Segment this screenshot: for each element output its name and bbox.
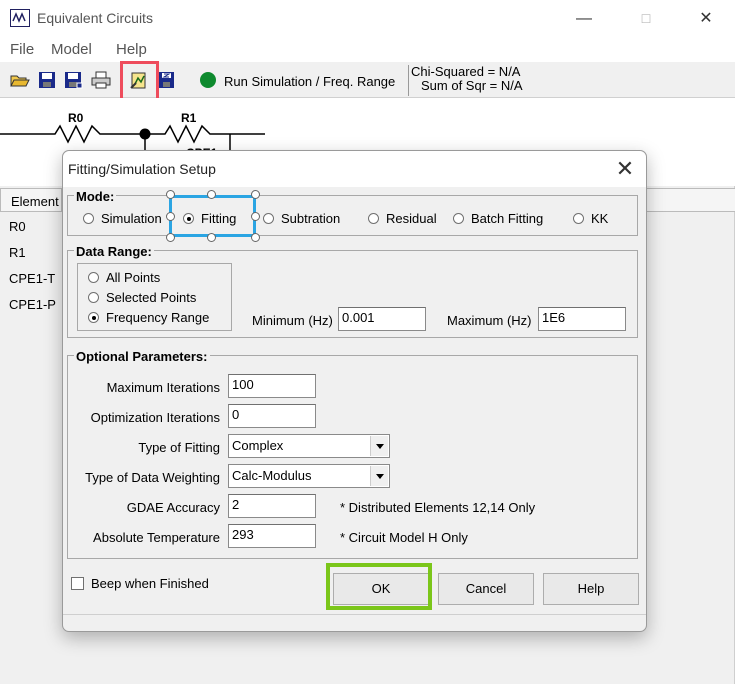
sort-icon[interactable] [157, 70, 177, 90]
fitting-highlight-box [169, 195, 256, 237]
minimize-button[interactable]: — [564, 6, 604, 32]
data-weighting-label: Type of Data Weighting [85, 470, 220, 485]
title-bar: Equivalent Circuits — ☐ ✕ [0, 0, 735, 38]
close-button[interactable]: ✕ [686, 6, 726, 32]
maximize-button[interactable]: ☐ [626, 6, 666, 32]
max-iterations-input[interactable]: 100 [228, 374, 316, 398]
opt-iterations-input[interactable]: 0 [228, 404, 316, 428]
dialog-close-button[interactable]: ✕ [607, 155, 643, 183]
temp-note: * Circuit Model H Only [340, 530, 468, 545]
resize-handle[interactable] [166, 212, 175, 221]
mode-label: Mode: [74, 189, 117, 204]
radio-dot [88, 292, 99, 303]
help-button[interactable]: Help [543, 573, 639, 605]
app-icon [10, 9, 30, 27]
radio-dot [88, 272, 99, 283]
radio-dot [453, 213, 464, 224]
beep-checkbox[interactable] [71, 577, 84, 590]
fitting-setup-dialog: Fitting/Simulation Setup ✕ Mode: Simulat… [62, 150, 647, 632]
absolute-temp-input[interactable]: 293 [228, 524, 316, 548]
ok-highlight-box [326, 563, 432, 610]
type-fitting-select[interactable]: Complex [228, 434, 390, 458]
mode-kk-radio[interactable]: KK [573, 211, 608, 226]
maximum-hz-input[interactable]: 1E6 [538, 307, 626, 331]
range-frequency-radio[interactable]: Frequency Range [88, 310, 209, 325]
beep-label[interactable]: Beep when Finished [91, 576, 209, 591]
radio-dot-selected [88, 312, 99, 323]
dialog-title-bar: Fitting/Simulation Setup ✕ [63, 151, 646, 187]
resize-handle[interactable] [207, 233, 216, 242]
optional-params-label: Optional Parameters: [74, 349, 210, 364]
radio-dot [263, 213, 274, 224]
radio-dot [368, 213, 379, 224]
chevron-down-icon[interactable] [370, 436, 388, 456]
resize-handle[interactable] [207, 190, 216, 199]
absolute-temp-label: Absolute Temperature [93, 530, 220, 545]
window-title: Equivalent Circuits [37, 10, 153, 26]
save-as-icon[interactable] [63, 70, 83, 90]
resize-handle[interactable] [251, 233, 260, 242]
element-row[interactable]: R1 [9, 245, 26, 260]
gdae-note: * Distributed Elements 12,14 Only [340, 500, 536, 515]
save-icon[interactable] [37, 70, 57, 90]
resize-handle[interactable] [166, 190, 175, 199]
max-iterations-label: Maximum Iterations [106, 380, 220, 395]
minimum-hz-input[interactable]: 0.001 [338, 307, 426, 331]
resize-handle[interactable] [251, 190, 260, 199]
print-icon[interactable] [91, 70, 111, 90]
resize-handle[interactable] [251, 212, 260, 221]
radio-dot [83, 213, 94, 224]
range-all-points-radio[interactable]: All Points [88, 270, 160, 285]
mode-residual-radio[interactable]: Residual [368, 211, 437, 226]
menu-bar: File Model Help [0, 38, 735, 62]
chi-squared-text: Chi-Squared = N/A [411, 64, 521, 79]
sum-of-sqr-text: Sum of Sqr = N/A [421, 78, 523, 93]
fit-statistics: Chi-Squared = N/A Sum of Sqr = N/A [408, 65, 600, 96]
circuit-label-r0: R0 [68, 111, 84, 125]
elements-column-header[interactable]: Element [0, 188, 62, 212]
dialog-title: Fitting/Simulation Setup [68, 161, 216, 177]
data-range-label: Data Range: [74, 244, 154, 259]
opt-iterations-label: Optimization Iterations [90, 410, 220, 425]
open-folder-icon[interactable] [10, 70, 30, 90]
circuit-label-r1: R1 [181, 111, 197, 125]
element-row[interactable]: CPE1-T [9, 271, 55, 286]
minimum-hz-label: Minimum (Hz) [252, 313, 333, 328]
chevron-down-icon[interactable] [370, 466, 388, 486]
elements-panel: Element R0 R1 CPE1-T CPE1-P [0, 188, 62, 684]
run-simulation-button[interactable]: Run Simulation / Freq. Range [224, 74, 395, 89]
data-weighting-select[interactable]: Calc-Modulus [228, 464, 390, 488]
range-selected-points-radio[interactable]: Selected Points [88, 290, 196, 305]
menu-file[interactable]: File [10, 41, 34, 58]
maximum-hz-label: Maximum (Hz) [447, 313, 532, 328]
mode-batch-fitting-radio[interactable]: Batch Fitting [453, 211, 543, 226]
mode-subtration-radio[interactable]: Subtration [263, 211, 340, 226]
cancel-button[interactable]: Cancel [438, 573, 534, 605]
element-row[interactable]: CPE1-P [9, 297, 56, 312]
type-fitting-label: Type of Fitting [138, 440, 220, 455]
dialog-status-bar [63, 614, 646, 630]
run-status-icon[interactable] [200, 72, 216, 88]
mode-simulation-radio[interactable]: Simulation [83, 211, 162, 226]
menu-model[interactable]: Model [51, 41, 92, 58]
gdae-accuracy-label: GDAE Accuracy [126, 500, 220, 515]
toolbar-highlight-box [120, 61, 159, 101]
table-header-strip [645, 188, 735, 212]
menu-help[interactable]: Help [116, 41, 147, 58]
radio-dot [573, 213, 584, 224]
gdae-accuracy-input[interactable]: 2 [228, 494, 316, 518]
resize-handle[interactable] [166, 233, 175, 242]
element-row[interactable]: R0 [9, 219, 26, 234]
